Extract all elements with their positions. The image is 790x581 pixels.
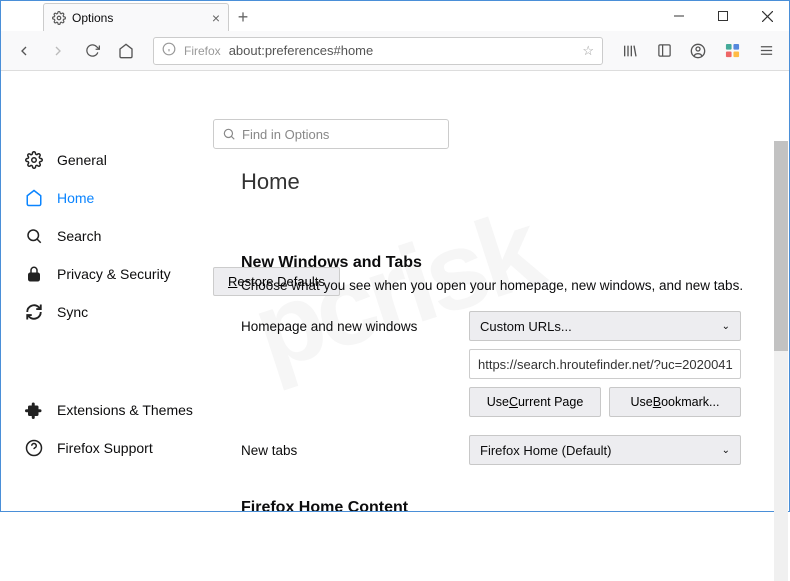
sidebar-item-home[interactable]: Home — [25, 179, 201, 217]
sidebar-item-label: Privacy & Security — [57, 266, 171, 282]
chevron-down-icon: ⌄ — [722, 321, 730, 332]
page-title: Home — [241, 169, 761, 195]
scrollbar[interactable] — [774, 141, 788, 581]
sidebar-item-label: Home — [57, 190, 94, 206]
address-bar[interactable]: Firefox about:preferences#home ☆ — [153, 37, 603, 65]
bookmark-star-icon[interactable]: ☆ — [582, 43, 594, 59]
main-panel: Find in Options Home Restore Defaults Ne… — [201, 71, 789, 511]
sidebar-item-privacy[interactable]: Privacy & Security — [25, 255, 201, 293]
homepage-label: Homepage and new windows — [241, 319, 469, 334]
close-window-button[interactable] — [745, 1, 789, 31]
browser-tab[interactable]: Options × — [43, 3, 229, 31]
minimize-button[interactable] — [657, 1, 701, 31]
close-tab-icon[interactable]: × — [212, 10, 220, 26]
help-icon — [25, 439, 43, 457]
sidebar-item-sync[interactable]: Sync — [25, 293, 201, 331]
reload-button[interactable] — [77, 36, 107, 66]
gear-icon — [52, 11, 66, 25]
home-button[interactable] — [111, 36, 141, 66]
sidebar-item-search[interactable]: Search — [25, 217, 201, 255]
sidebar-item-general[interactable]: General — [25, 141, 201, 179]
sidebar-item-support[interactable]: Firefox Support — [25, 429, 201, 467]
sidebar-item-label: Extensions & Themes — [57, 402, 193, 418]
sidebar-item-label: General — [57, 152, 107, 168]
use-bookmark-button[interactable]: Use Bookmark... — [609, 387, 741, 417]
gear-icon — [25, 151, 43, 169]
use-current-page-button[interactable]: Use Current Page — [469, 387, 601, 417]
section2-title: Firefox Home Content — [241, 499, 761, 511]
sidebar-item-label: Search — [57, 228, 101, 244]
content-area: pcrisk General Home Search Privacy & Sec… — [1, 71, 789, 511]
sidebar: General Home Search Privacy & Security S… — [1, 71, 201, 511]
sidebar-item-extensions[interactable]: Extensions & Themes — [25, 391, 201, 429]
sidebar-item-label: Firefox Support — [57, 440, 153, 456]
library-button[interactable] — [615, 36, 645, 66]
scrollbar-thumb[interactable] — [774, 141, 788, 351]
home-icon — [25, 189, 43, 207]
shield-icon — [162, 42, 176, 59]
menu-button[interactable] — [751, 36, 781, 66]
search-icon — [25, 227, 43, 245]
extensions-button[interactable] — [717, 36, 747, 66]
identity-label: Firefox — [184, 44, 221, 58]
url-text: about:preferences#home — [229, 43, 374, 58]
puzzle-icon — [25, 401, 43, 419]
back-button[interactable] — [9, 36, 39, 66]
new-tab-button[interactable]: + — [229, 3, 257, 31]
newtabs-label: New tabs — [241, 443, 469, 458]
sidebar-button[interactable] — [649, 36, 679, 66]
titlebar: Options × + — [1, 1, 789, 31]
sidebar-item-label: Sync — [57, 304, 88, 320]
chevron-down-icon: ⌄ — [722, 445, 730, 456]
section-description: Choose what you see when you open your h… — [241, 278, 761, 293]
homepage-dropdown[interactable]: Custom URLs... ⌄ — [469, 311, 741, 341]
lock-icon — [25, 265, 43, 283]
maximize-button[interactable] — [701, 1, 745, 31]
forward-button[interactable] — [43, 36, 73, 66]
section-title: New Windows and Tabs — [241, 254, 761, 272]
search-icon — [222, 127, 236, 141]
tab-title: Options — [72, 11, 113, 25]
homepage-url-input[interactable]: https://search.hroutefinder.net/?uc=2020… — [469, 349, 741, 379]
find-in-options[interactable]: Find in Options — [213, 119, 449, 149]
sync-icon — [25, 303, 43, 321]
account-button[interactable] — [683, 36, 713, 66]
find-placeholder: Find in Options — [242, 127, 329, 142]
toolbar: Firefox about:preferences#home ☆ — [1, 31, 789, 71]
newtabs-dropdown[interactable]: Firefox Home (Default) ⌄ — [469, 435, 741, 465]
